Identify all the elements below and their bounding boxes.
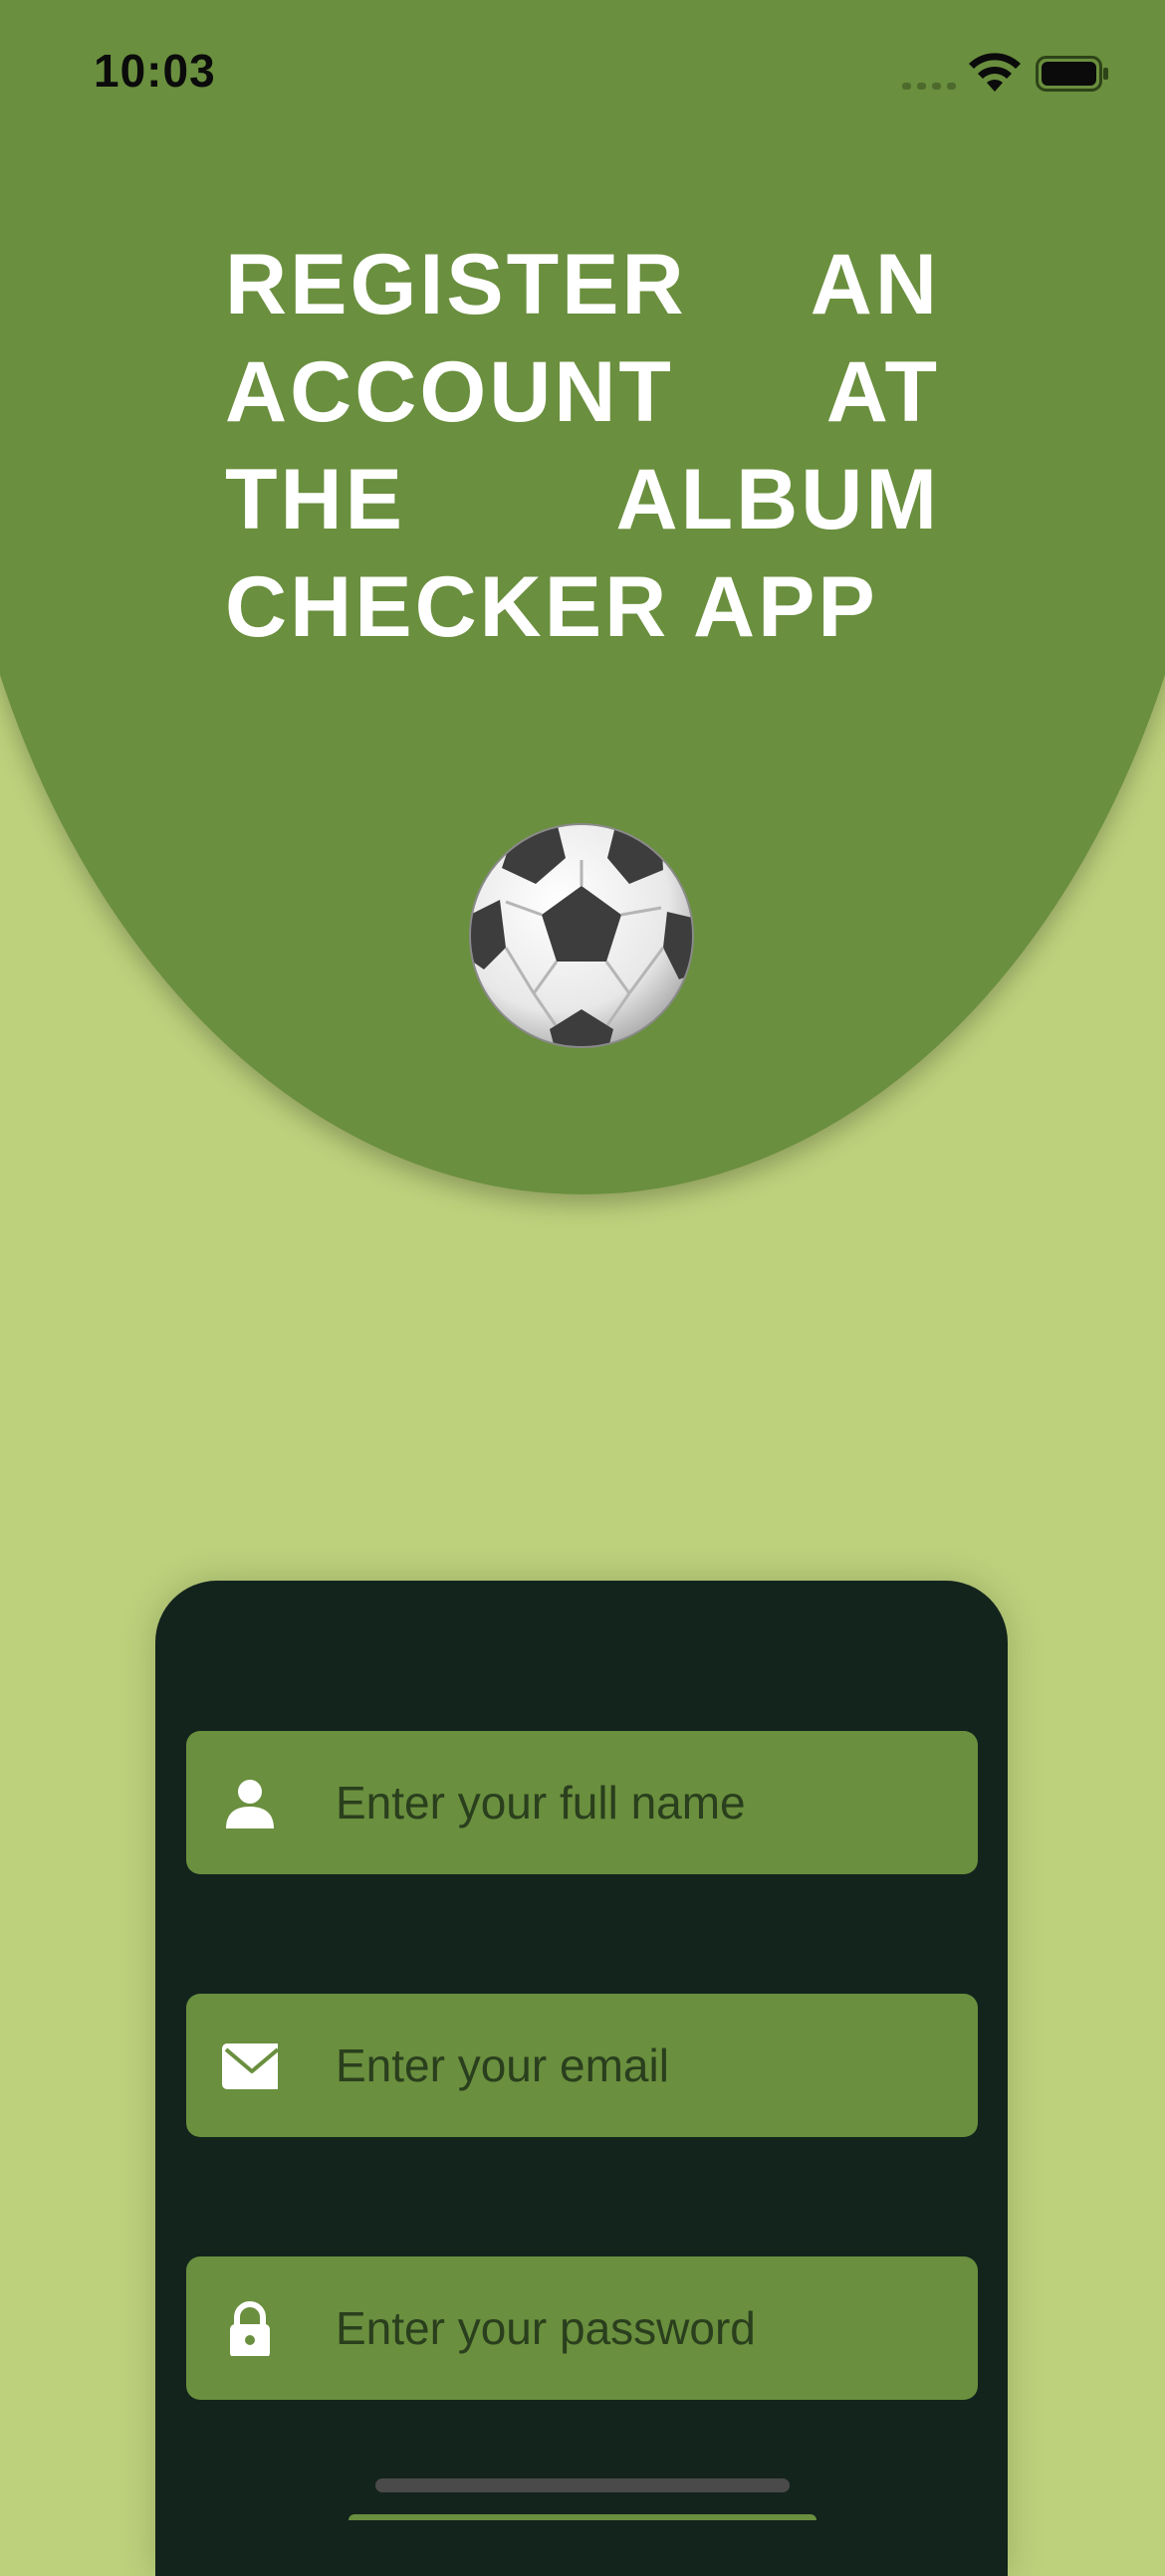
full-name-field[interactable] (186, 1731, 978, 1874)
email-field[interactable] (186, 1994, 978, 2137)
password-input[interactable] (336, 2256, 953, 2400)
full-name-input[interactable] (336, 1731, 953, 1874)
wifi-icon (969, 53, 1021, 92)
battery-icon (1036, 56, 1108, 92)
email-input[interactable] (336, 1994, 953, 2137)
status-bar: 10:03 (0, 0, 1165, 149)
submit-button-edge[interactable] (349, 2514, 816, 2520)
home-indicator[interactable] (375, 2478, 790, 2492)
page-title: REGISTER AN ACCOUNT AT THE ALBUM CHECKER… (225, 237, 940, 655)
person-icon (226, 1780, 274, 1828)
lock-icon (230, 2301, 270, 2356)
soccer-ball-icon (469, 823, 694, 1048)
status-time: 10:03 (94, 45, 216, 97)
password-field[interactable] (186, 2256, 978, 2400)
mail-icon (222, 2043, 278, 2089)
signal-icon (902, 83, 956, 90)
